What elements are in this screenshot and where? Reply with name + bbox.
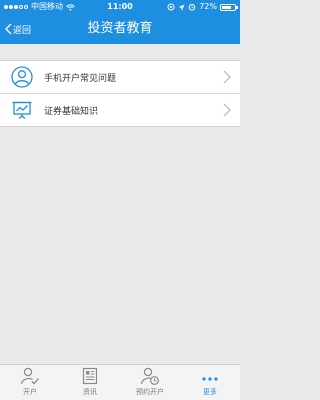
location-icon bbox=[178, 4, 185, 10]
orientation-lock-icon bbox=[167, 3, 175, 11]
battery-percent: 72% bbox=[199, 2, 217, 11]
more-icon bbox=[200, 366, 220, 386]
status-right: 72% bbox=[167, 0, 238, 14]
document-icon bbox=[80, 366, 100, 386]
tab-bar: 开户 资讯 预约开户 更多 bbox=[0, 364, 240, 400]
header-bar: 中国移动 11:00 72% 返回 投资者教育 bbox=[0, 0, 240, 44]
user-clock-icon bbox=[140, 366, 160, 386]
tab-more[interactable]: 更多 bbox=[180, 365, 240, 400]
tab-open-account[interactable]: 开户 bbox=[0, 365, 60, 400]
tab-reserve-account[interactable]: 预约开户 bbox=[120, 365, 180, 400]
page-title: 投资者教育 bbox=[87, 21, 153, 36]
battery-fill bbox=[222, 5, 231, 9]
status-bar: 中国移动 11:00 72% bbox=[0, 0, 240, 14]
alarm-icon bbox=[188, 4, 196, 11]
menu-item-label: 证券基础知识 bbox=[44, 106, 99, 117]
menu-list: 手机开户常见问题 证券基础知识 bbox=[0, 60, 240, 127]
menu-item-label: 手机开户常见问题 bbox=[44, 73, 117, 84]
user-check-icon bbox=[20, 366, 40, 386]
chart-board-icon bbox=[11, 99, 33, 121]
nav-bar: 返回 投资者教育 bbox=[0, 14, 240, 44]
menu-item-securities-basics[interactable]: 证券基础知识 bbox=[0, 93, 240, 126]
tab-label: 更多 bbox=[203, 388, 217, 396]
tab-news[interactable]: 资讯 bbox=[60, 365, 120, 400]
tab-label: 开户 bbox=[23, 388, 37, 396]
tab-label: 预约开户 bbox=[136, 388, 164, 396]
user-icon bbox=[11, 66, 33, 88]
menu-item-account-faq[interactable]: 手机开户常见问题 bbox=[0, 61, 240, 93]
battery-icon bbox=[220, 3, 238, 11]
tab-label: 资讯 bbox=[83, 388, 97, 396]
chevron-right-icon bbox=[223, 70, 231, 84]
chevron-right-icon bbox=[223, 103, 231, 117]
